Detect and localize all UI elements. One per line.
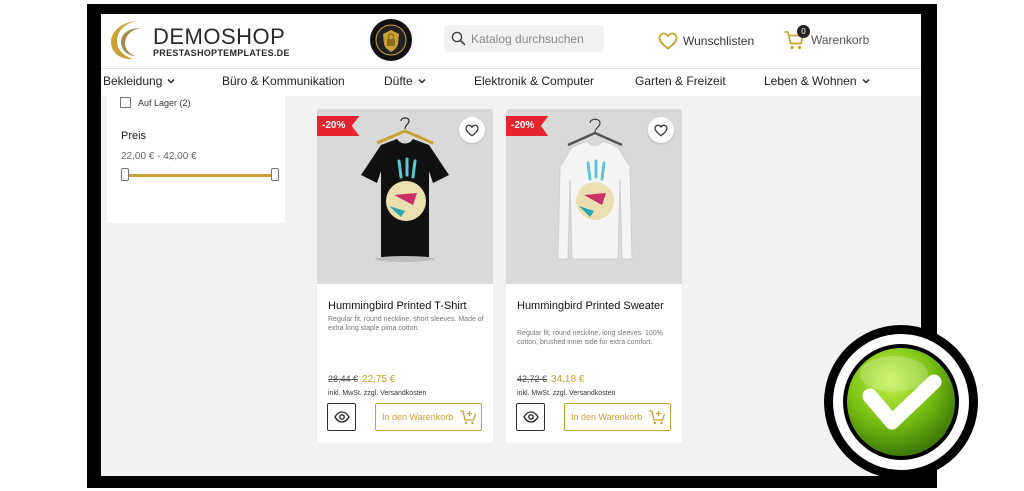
shop-logo[interactable]: DEMOSHOP PRESTASHOPTEMPLATES.DE <box>107 18 289 62</box>
eye-icon <box>522 411 539 423</box>
availability-filter[interactable]: Auf Lager (2) <box>120 97 191 108</box>
heart-icon <box>654 124 668 137</box>
checkmark-icon <box>824 325 978 479</box>
nav-item-label: Leben & Wohnen <box>764 74 857 88</box>
product-image[interactable]: -20% <box>506 109 682 284</box>
search-box[interactable] <box>444 25 604 52</box>
main-navigation: Bekleidung Büro & Kommunikation Düfte El… <box>101 72 921 94</box>
product-description: Regular fit, round neckline, short sleev… <box>328 316 484 332</box>
nav-item-leben-wohnen[interactable]: Leben & Wohnen <box>764 74 870 88</box>
nav-item-label: Elektronik & Computer <box>474 74 595 88</box>
logo-subtitle: PRESTASHOPTEMPLATES.DE <box>153 48 290 58</box>
nav-item-label: Garten & Freizeit <box>635 74 726 88</box>
nav-divider <box>101 68 921 69</box>
heart-icon <box>465 124 479 137</box>
availability-checkbox[interactable] <box>120 97 131 108</box>
add-to-cart-button[interactable]: In den Warenkorb <box>375 403 482 431</box>
add-to-cart-label: In den Warenkorb <box>382 412 454 422</box>
cart-plus-icon <box>649 410 666 425</box>
tax-note: inkl. MwSt. zzgl. Versandkosten <box>328 390 427 397</box>
quick-view-button[interactable] <box>327 403 356 431</box>
product-title[interactable]: Hummingbird Printed Sweater <box>517 299 677 313</box>
nav-item-label: Düfte <box>384 74 413 88</box>
availability-label: Auf Lager (2) <box>138 97 191 108</box>
product-card[interactable]: -20% Hummingbird Printed T-Shirt Regular… <box>317 109 493 443</box>
price-filter-title: Preis <box>121 130 147 142</box>
add-to-cart-button[interactable]: In den Warenkorb <box>564 403 671 431</box>
crescent-logo-icon <box>111 21 140 60</box>
new-price: 34,18 € <box>551 374 585 385</box>
wishlist-label: Wunschlisten <box>683 34 755 48</box>
add-to-wishlist-button[interactable] <box>648 117 674 143</box>
new-price: 22,75 € <box>362 374 396 385</box>
nav-item-bekleidung[interactable]: Bekleidung <box>103 74 175 88</box>
heart-icon <box>658 32 678 50</box>
price-row: 28,44 € 22,75 € <box>328 374 395 385</box>
price-range-text: 22,00 € - 42,00 € <box>121 151 197 162</box>
filter-panel: Auf Lager (2) Preis 22,00 € - 42,00 € <box>107 96 285 223</box>
nav-item-garten-freizeit[interactable]: Garten & Freizeit <box>635 74 726 88</box>
wishlist-link[interactable]: Wunschlisten <box>658 30 754 52</box>
price-slider-min-handle[interactable] <box>121 168 129 181</box>
chevron-down-icon <box>167 79 175 84</box>
cart-label: Warenkorb <box>811 33 870 47</box>
nav-item-label: Bekleidung <box>103 74 163 88</box>
shop-screen: DEMOSHOP PRESTASHOPTEMPLATES.DE Wunschli… <box>101 14 921 476</box>
product-image[interactable]: -20% <box>317 109 493 284</box>
add-to-cart-label: In den Warenkorb <box>571 412 643 422</box>
product-description: Regular fit, round neckline, long sleeve… <box>517 330 663 346</box>
cart-link[interactable]: 0 Warenkorb <box>783 25 870 52</box>
search-input[interactable] <box>471 25 601 52</box>
cart-icon-wrapper: 0 <box>783 25 810 51</box>
quick-view-button[interactable] <box>516 403 545 431</box>
nav-item-elektronik-computer[interactable]: Elektronik & Computer <box>474 74 594 88</box>
nav-item-duefte[interactable]: Düfte <box>384 74 426 88</box>
price-slider[interactable] <box>121 168 279 182</box>
product-card[interactable]: -20% Hummingbird Printed Sweater Regular… <box>506 109 682 443</box>
old-price: 42,72 € <box>517 374 548 384</box>
add-to-wishlist-button[interactable] <box>459 117 485 143</box>
nav-item-label: Büro & Kommunikation <box>222 74 345 88</box>
product-title[interactable]: Hummingbird Printed T-Shirt <box>328 299 488 313</box>
nav-item-buero-kommunikation[interactable]: Büro & Kommunikation <box>222 74 345 88</box>
tax-note: inkl. MwSt. zzgl. Versandkosten <box>517 390 616 397</box>
privacy-seal-icon <box>370 19 412 61</box>
eye-icon <box>333 411 350 423</box>
price-slider-max-handle[interactable] <box>271 168 279 181</box>
search-icon <box>451 31 466 46</box>
logo-name: DEMOSHOP <box>153 24 286 49</box>
price-row: 42,72 € 34,18 € <box>517 374 584 385</box>
chevron-down-icon <box>418 79 426 84</box>
chevron-down-icon <box>862 79 870 84</box>
old-price: 28,44 € <box>328 374 359 384</box>
cart-plus-icon <box>460 410 477 425</box>
site-header: DEMOSHOP PRESTASHOPTEMPLATES.DE Wunschli… <box>101 14 921 96</box>
price-slider-track <box>125 174 275 177</box>
cart-count-badge: 0 <box>797 25 810 38</box>
